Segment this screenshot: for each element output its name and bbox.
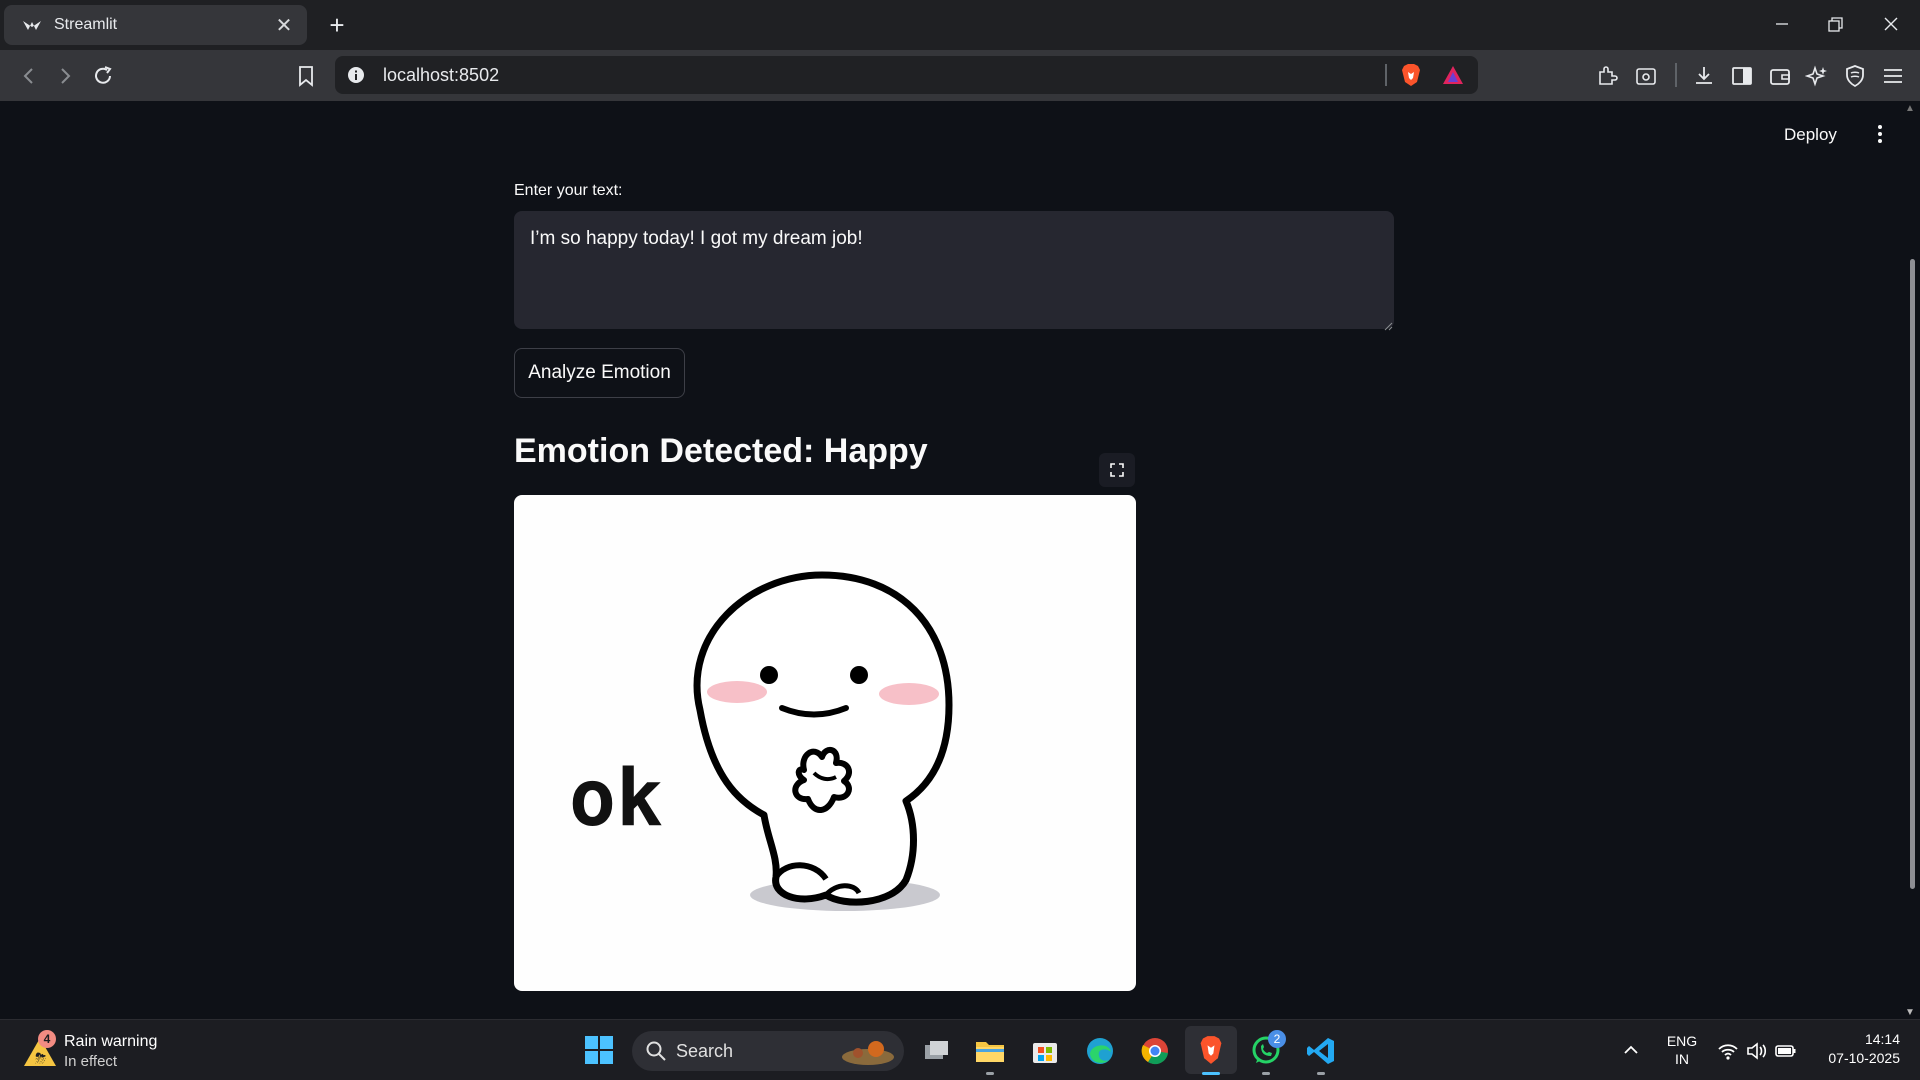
weather-widget[interactable]: ⛈ 4 Rain warning In effect [22,1030,202,1074]
taskbar-search[interactable]: Search [632,1031,904,1071]
leo-ai-icon[interactable] [1803,62,1831,90]
ok-text: ok [569,754,663,844]
vscode-running-indicator [1317,1072,1325,1075]
window-close-icon[interactable] [1871,10,1911,40]
chevron-up-icon[interactable] [1622,1042,1640,1056]
edge-icon[interactable] [1082,1033,1118,1069]
menu-icon[interactable] [1879,62,1907,90]
svg-text:⛈: ⛈ [35,1051,46,1067]
search-highlight-image [838,1035,898,1067]
text-input-label: Enter your text: [514,182,623,199]
wallet-icon[interactable] [1766,62,1794,90]
microsoft-store-icon[interactable] [1027,1033,1063,1069]
wifi-icon[interactable] [1717,1041,1739,1061]
url-text[interactable]: localhost:8502 [383,65,499,86]
clock-date: 07-10-2025 [1828,1050,1900,1066]
volume-icon[interactable] [1746,1041,1768,1061]
deploy-button[interactable]: Deploy [1784,125,1837,145]
vscode-icon[interactable] [1303,1033,1339,1069]
windows-taskbar: ⛈ 4 Rain warning In effect Search 2 ENG … [0,1019,1920,1080]
windows-start-icon[interactable] [585,1036,613,1064]
url-divider [1385,64,1387,86]
search-icon [646,1041,666,1061]
bookmark-icon[interactable] [291,62,321,90]
emotion-image: ok [514,495,1136,991]
weather-title: Rain warning [64,1033,158,1050]
clock-time: 14:14 [1864,1031,1900,1047]
close-icon[interactable]: ✕ [273,13,295,38]
streamlit-favicon [22,17,42,33]
info-icon[interactable] [347,66,365,84]
chrome-icon[interactable] [1137,1033,1173,1069]
fullscreen-icon[interactable] [1099,453,1135,487]
vpn-icon[interactable] [1841,62,1869,90]
analyze-emotion-button[interactable]: Analyze Emotion [514,348,685,398]
file-explorer-icon[interactable] [972,1033,1008,1069]
tab-title: Streamlit [54,16,118,33]
language-indicator[interactable]: ENG IN [1664,1032,1700,1068]
minimize-icon[interactable] [1762,10,1802,40]
screenshot-icon[interactable] [1632,62,1660,90]
task-view-icon[interactable] [919,1033,955,1069]
restore-icon[interactable] [1815,10,1855,40]
scrollbar-thumb[interactable] [1910,259,1915,889]
brave-icon[interactable] [1185,1026,1237,1074]
search-label: Search [676,1041,734,1061]
weather-badge: 4 [38,1030,56,1048]
brave-shields-icon[interactable] [1399,63,1423,87]
address-bar[interactable]: localhost:8502 [335,56,1478,94]
reload-icon[interactable] [88,62,118,90]
brave-rewards-icon[interactable] [1441,64,1465,86]
browser-tab-strip: Streamlit ✕ + [0,0,1920,50]
extensions-icon[interactable] [1593,62,1621,90]
sidebar-icon[interactable] [1728,62,1756,90]
toolbar-divider [1675,63,1677,87]
result-heading: Emotion Detected: Happy [514,432,928,470]
brave-active-indicator [1202,1072,1220,1075]
scroll-down-arrow[interactable]: ▼ [1905,1007,1915,1018]
browser-tab[interactable]: Streamlit ✕ [4,5,307,45]
download-icon[interactable] [1690,62,1718,90]
language-code: ENG [1666,1033,1698,1049]
back-icon[interactable] [14,62,44,90]
system-clock[interactable]: 14:14 07-10-2025 [1810,1030,1900,1068]
whatsapp-running-indicator [1262,1072,1270,1075]
weather-status: In effect [64,1053,118,1070]
region-code: IN [1675,1051,1689,1067]
scroll-up-arrow[interactable]: ▲ [1905,103,1915,114]
plus-icon[interactable]: + [322,10,352,40]
forward-icon[interactable] [50,62,80,90]
streamlit-app: Deploy ▲ ▼ Enter your text: I’m so happy… [0,101,1920,1019]
battery-icon[interactable] [1775,1041,1797,1061]
text-input[interactable]: I’m so happy today! I got my dream job! [514,211,1394,329]
whatsapp-badge: 2 [1268,1030,1286,1048]
kebab-menu-icon[interactable] [1872,123,1888,145]
resize-handle-icon[interactable] [1383,318,1393,331]
file-explorer-running-indicator [986,1072,994,1075]
